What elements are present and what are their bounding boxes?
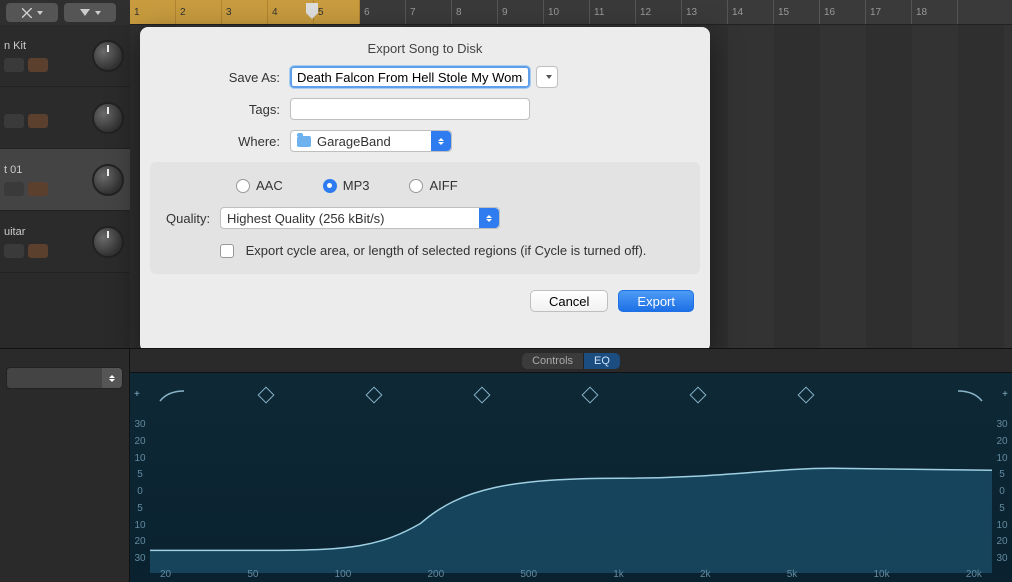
eq-freq-axis: 20501002005001k2k5k10k20k bbox=[160, 569, 982, 580]
tab-segment: Controls EQ bbox=[522, 353, 620, 369]
expand-button[interactable] bbox=[536, 66, 558, 88]
save-as-label: Save As: bbox=[140, 70, 290, 85]
scissors-tool[interactable] bbox=[6, 3, 58, 22]
solo-button[interactable] bbox=[28, 244, 48, 258]
format-radio-group: AAC MP3 AIFF bbox=[236, 178, 684, 193]
playhead-icon[interactable] bbox=[306, 3, 318, 13]
where-value: GarageBand bbox=[317, 134, 391, 149]
ruler-bar[interactable]: 3 bbox=[222, 0, 268, 24]
dialog-options-group: AAC MP3 AIFF Quality: Highest Quality (256… bbox=[150, 162, 700, 274]
chevron-down-icon bbox=[37, 11, 43, 15]
chevron-down-icon bbox=[546, 75, 552, 79]
track-list: n Kit t 01 uitar bbox=[0, 25, 130, 273]
volume-knob[interactable] bbox=[92, 164, 124, 196]
export-button[interactable]: Export bbox=[618, 290, 694, 312]
volume-knob[interactable] bbox=[92, 102, 124, 134]
ruler-bar[interactable]: 17 bbox=[866, 0, 912, 24]
ruler-bar[interactable]: 18 bbox=[912, 0, 958, 24]
eq-panel: + + 302010505102030 302010505102030 2050… bbox=[130, 372, 1012, 582]
ruler-bar[interactable]: 7 bbox=[406, 0, 452, 24]
ruler-bar[interactable]: 5 bbox=[314, 0, 360, 24]
editor-tabstrip: Controls EQ bbox=[130, 348, 1012, 372]
eq-curve[interactable] bbox=[150, 373, 992, 573]
cancel-button[interactable]: Cancel bbox=[530, 290, 608, 312]
format-radio-mp3[interactable]: MP3 bbox=[323, 178, 370, 193]
where-popup[interactable]: GarageBand bbox=[290, 130, 452, 152]
eq-db-scale-right: 302010505102030 bbox=[994, 419, 1010, 564]
radio-icon bbox=[323, 179, 337, 193]
mute-button[interactable] bbox=[4, 182, 24, 196]
ruler-bar[interactable]: 9 bbox=[498, 0, 544, 24]
eq-highcut-handle[interactable] bbox=[956, 389, 984, 403]
updown-icon bbox=[479, 208, 499, 228]
ruler-bar[interactable]: 13 bbox=[682, 0, 728, 24]
radio-icon bbox=[409, 179, 423, 193]
updown-icon bbox=[102, 368, 122, 388]
dialog-title: Export Song to Disk bbox=[140, 27, 710, 66]
checkbox-icon[interactable] bbox=[220, 244, 234, 258]
where-label: Where: bbox=[140, 134, 290, 149]
ruler-bar[interactable]: 16 bbox=[820, 0, 866, 24]
track-label: uitar bbox=[4, 226, 48, 238]
ruler-bar[interactable]: 14 bbox=[728, 0, 774, 24]
ruler-bar[interactable]: 8 bbox=[452, 0, 498, 24]
track-row[interactable]: n Kit bbox=[0, 25, 130, 87]
ruler-bar[interactable]: 15 bbox=[774, 0, 820, 24]
export-dialog: Export Song to Disk Save As: Tags: Where… bbox=[140, 27, 710, 352]
chevron-down-icon bbox=[95, 11, 101, 15]
volume-knob[interactable] bbox=[92, 226, 124, 258]
radio-label: MP3 bbox=[343, 178, 370, 193]
tab-controls[interactable]: Controls bbox=[522, 353, 584, 369]
quality-value: Highest Quality (256 kBit/s) bbox=[227, 211, 385, 226]
timeline-ruler[interactable]: 123456789101112131415161718 bbox=[130, 0, 1012, 25]
mute-button[interactable] bbox=[4, 114, 24, 128]
mute-button[interactable] bbox=[4, 244, 24, 258]
track-row[interactable]: uitar bbox=[0, 211, 130, 273]
format-radio-aiff[interactable]: AIFF bbox=[409, 178, 457, 193]
format-radio-aac[interactable]: AAC bbox=[236, 178, 283, 193]
cycle-checkbox-row[interactable]: Export cycle area, or length of selected… bbox=[220, 243, 684, 258]
folder-icon bbox=[297, 136, 311, 147]
track-row[interactable]: t 01 bbox=[0, 149, 130, 211]
radio-label: AIFF bbox=[429, 178, 457, 193]
left-inspector bbox=[0, 348, 130, 582]
track-row[interactable] bbox=[0, 87, 130, 149]
ruler-bar[interactable]: 10 bbox=[544, 0, 590, 24]
quality-label: Quality: bbox=[166, 211, 220, 226]
ruler-bar[interactable]: 2 bbox=[176, 0, 222, 24]
volume-knob[interactable] bbox=[92, 40, 124, 72]
eq-db-scale-left: 302010505102030 bbox=[132, 419, 148, 564]
mute-button[interactable] bbox=[4, 58, 24, 72]
scissors-icon bbox=[22, 8, 32, 18]
quality-popup[interactable]: Highest Quality (256 kBit/s) bbox=[220, 207, 500, 229]
dialog-footer: Cancel Export bbox=[140, 284, 710, 326]
save-as-input[interactable] bbox=[290, 66, 530, 88]
filter-tool[interactable] bbox=[64, 3, 116, 22]
ruler-bar[interactable]: 11 bbox=[590, 0, 636, 24]
radio-icon bbox=[236, 179, 250, 193]
track-label: t 01 bbox=[4, 164, 48, 176]
inspector-popup[interactable] bbox=[6, 367, 123, 389]
eq-lowcut-handle[interactable] bbox=[158, 389, 186, 403]
radio-label: AAC bbox=[256, 178, 283, 193]
track-toolbar bbox=[0, 0, 130, 25]
tab-eq[interactable]: EQ bbox=[584, 353, 620, 369]
cycle-label: Export cycle area, or length of selected… bbox=[246, 243, 647, 258]
solo-button[interactable] bbox=[28, 182, 48, 196]
tags-label: Tags: bbox=[140, 102, 290, 117]
track-label: n Kit bbox=[4, 40, 48, 52]
solo-button[interactable] bbox=[28, 58, 48, 72]
solo-button[interactable] bbox=[28, 114, 48, 128]
ruler-bar[interactable]: 6 bbox=[360, 0, 406, 24]
tags-input[interactable] bbox=[290, 98, 530, 120]
updown-icon bbox=[431, 131, 451, 151]
funnel-icon bbox=[80, 9, 90, 16]
ruler-bar[interactable]: 12 bbox=[636, 0, 682, 24]
ruler-bar[interactable]: 1 bbox=[130, 0, 176, 24]
